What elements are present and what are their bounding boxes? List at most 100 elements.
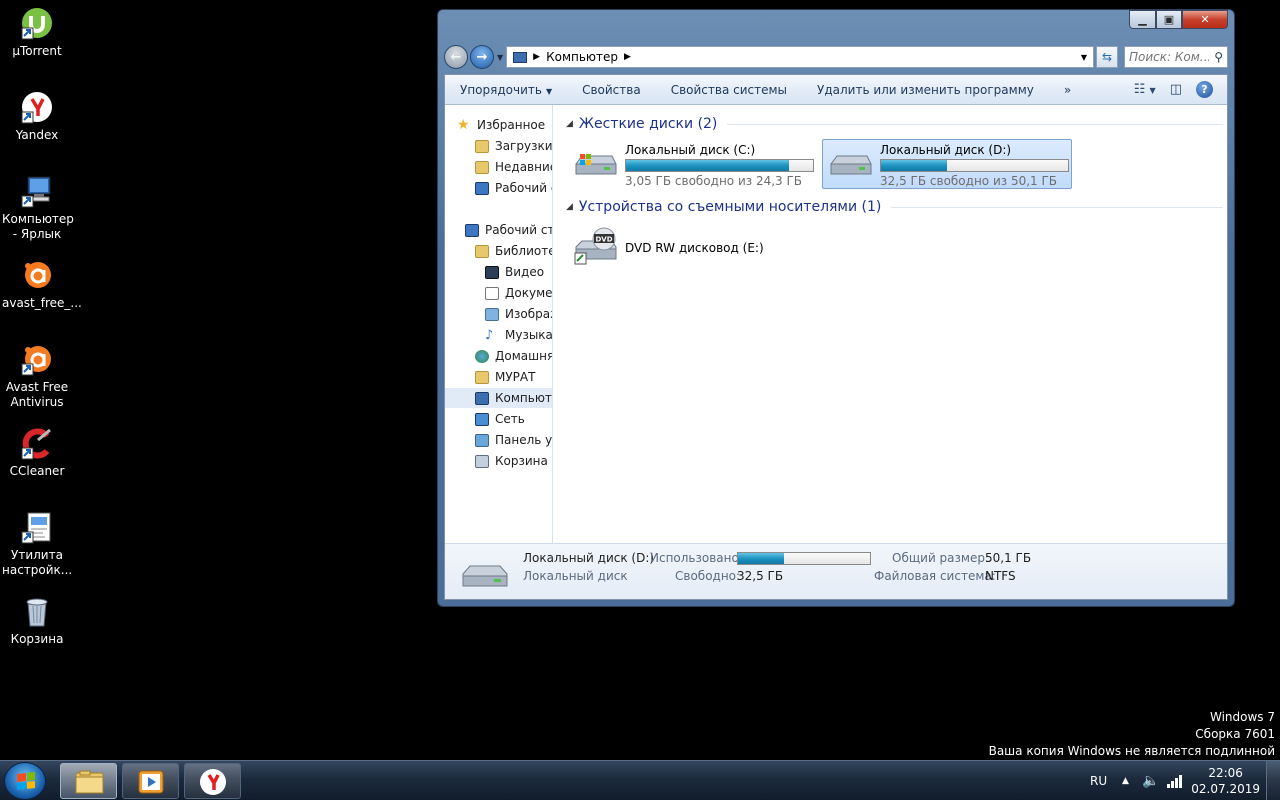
nav-item-recent-places[interactable]: Недавние xyxy=(475,157,552,177)
desktop-icon-utility[interactable]: Утилита настройк... xyxy=(2,510,72,578)
ccleaner-icon xyxy=(20,426,54,460)
taskbar-yandex-button[interactable] xyxy=(184,763,241,799)
watermark-line-2: Сборка 7601 xyxy=(1195,727,1275,741)
drive-item-d[interactable]: Локальный диск (D:) 32,5 ГБ свободно из … xyxy=(822,139,1072,189)
nav-item-favorites[interactable]: ★ Избранное xyxy=(457,115,545,135)
nav-item-libraries[interactable]: Библиоте xyxy=(475,241,552,261)
windows-logo-icon xyxy=(17,772,35,790)
desktop-icon-label: Корзина xyxy=(10,632,64,646)
avast-installer-icon xyxy=(20,258,54,292)
language-indicator[interactable]: RU xyxy=(1090,761,1107,800)
desktop-icon-computer-shortcut[interactable]: Компьютер - Ярлык xyxy=(2,174,74,242)
chevron-up-icon: ▲ xyxy=(1122,776,1129,786)
nav-item-downloads[interactable]: Загрузки xyxy=(475,136,552,156)
explorer-window[interactable]: ▁ ▣ ✕ ← → ▼ ▶ Компьютер ▶ ▼ ⇆ ⚲ Упорядоч… xyxy=(437,9,1235,607)
nav-item-homegroup[interactable]: Домашня xyxy=(475,346,552,366)
address-dropdown-icon[interactable]: ▼ xyxy=(1075,53,1093,62)
arrow-right-icon: → xyxy=(476,49,488,65)
clock-date: 02.07.2019 xyxy=(1191,782,1260,796)
video-icon xyxy=(485,265,499,279)
details-usage-fill xyxy=(738,553,785,564)
nav-item-desktop-root[interactable]: Рабочий сто xyxy=(465,220,552,240)
taskbar-media-player-button[interactable] xyxy=(122,763,179,799)
change-view-button[interactable]: ☷ ▼ xyxy=(1134,82,1156,97)
watermark-line-1: Windows 7 xyxy=(1209,710,1275,724)
address-bar[interactable]: ▶ Компьютер ▶ ▼ xyxy=(506,46,1094,68)
properties-button[interactable]: Свойства xyxy=(567,83,656,97)
nav-item-video[interactable]: Видео xyxy=(485,262,544,282)
show-desktop-button[interactable] xyxy=(1266,761,1280,800)
preview-pane-button[interactable]: ◫ xyxy=(1170,82,1182,97)
network-icon xyxy=(475,412,489,426)
utorrent-icon xyxy=(20,6,54,40)
desktop-icon-yandex[interactable]: Yandex xyxy=(2,90,72,143)
nav-item-computer[interactable]: Компьюте xyxy=(445,388,552,408)
search-icon[interactable]: ⚲ xyxy=(1214,50,1223,64)
drive-free-space: 3,05 ГБ свободно из 24,3 ГБ xyxy=(625,174,803,188)
desktop-icon-label: Avast Free Antivirus xyxy=(5,380,69,409)
explorer-body: Упорядочить ▼ Свойства Свойства системы У… xyxy=(444,74,1228,600)
breadcrumb-chevron-icon[interactable]: ▶ xyxy=(533,52,540,62)
taskbar-explorer-button[interactable] xyxy=(60,763,117,799)
computer-icon xyxy=(475,391,489,405)
nav-item-music[interactable]: ♪ Музыка xyxy=(485,325,552,345)
details-total-value: 50,1 ГБ xyxy=(985,551,1032,565)
chevron-down-icon: ▼ xyxy=(1149,86,1156,95)
hard-drive-icon xyxy=(462,565,508,587)
address-row: ← → ▼ ▶ Компьютер ▶ ▼ ⇆ ⚲ xyxy=(444,44,1228,70)
breadcrumb-computer[interactable]: Компьютер xyxy=(546,50,618,64)
hard-drive-icon xyxy=(830,155,872,175)
organize-button[interactable]: Упорядочить ▼ xyxy=(445,83,567,97)
nav-item-documents[interactable]: Докумен xyxy=(485,283,552,303)
nav-item-control-panel[interactable]: Панель уп xyxy=(475,430,552,450)
chevron-down-icon: ▼ xyxy=(545,86,553,96)
desktop-icon-recycle-bin[interactable]: Корзина xyxy=(2,594,72,647)
nav-item-recycle-bin[interactable]: Корзина xyxy=(475,451,548,471)
help-icon: ? xyxy=(1201,83,1208,96)
more-commands-button[interactable]: » xyxy=(1049,83,1086,97)
back-button[interactable]: ← xyxy=(444,45,468,69)
show-hidden-icons-button[interactable]: ▲ xyxy=(1122,761,1129,800)
drive-item-dvd[interactable]: DVD DVD RW дисковод (E:) xyxy=(567,222,817,272)
group-header-hard-disks[interactable]: ◢ Жесткие диски (2) xyxy=(566,114,1223,134)
search-input[interactable] xyxy=(1129,50,1209,64)
uninstall-program-button[interactable]: Удалить или изменить программу xyxy=(802,83,1049,97)
details-used-label: Использовано: xyxy=(650,551,743,565)
desktop-icon-avast[interactable]: Avast Free Antivirus xyxy=(2,342,72,410)
nav-item-desktop[interactable]: Рабочий с xyxy=(475,178,552,198)
maximize-button[interactable]: ▣ xyxy=(1156,10,1182,29)
desktop-icon-utorrent[interactable]: µTorrent xyxy=(2,6,72,59)
breadcrumb-chevron-icon[interactable]: ▶ xyxy=(624,52,631,62)
drive-item-c[interactable]: Локальный диск (C:) 3,05 ГБ свободно из … xyxy=(567,139,817,189)
command-bar: Упорядочить ▼ Свойства Свойства системы У… xyxy=(445,75,1227,105)
group-header-removable[interactable]: ◢ Устройства со съемными носителями (1) xyxy=(566,197,1223,217)
clock[interactable]: 22:06 02.07.2019 xyxy=(1191,765,1260,797)
preview-pane-icon: ◫ xyxy=(1169,82,1182,97)
system-properties-button[interactable]: Свойства системы xyxy=(656,83,802,97)
nav-item-user-folder[interactable]: МУРАТ xyxy=(475,367,535,387)
volume-icon[interactable]: 🔈 xyxy=(1142,761,1159,800)
yandex-icon xyxy=(20,90,54,124)
yandex-icon xyxy=(200,769,226,795)
recent-pages-dropdown[interactable]: ▼ xyxy=(497,53,503,62)
nav-item-pictures[interactable]: Изображ xyxy=(485,304,552,324)
desktop-icon-ccleaner[interactable]: CCleaner xyxy=(2,426,72,479)
collapse-icon: ◢ xyxy=(566,202,573,212)
desktop-icon xyxy=(475,181,489,195)
desktop-icon-label: CCleaner xyxy=(9,464,65,478)
maximize-icon: ▣ xyxy=(1163,13,1175,26)
nav-item-network[interactable]: Сеть xyxy=(475,409,525,429)
forward-button[interactable]: → xyxy=(470,45,494,69)
close-button[interactable]: ✕ xyxy=(1182,10,1228,29)
network-tray-icon[interactable] xyxy=(1166,761,1182,800)
help-button[interactable]: ? xyxy=(1196,81,1213,98)
minimize-button[interactable]: ▁ xyxy=(1129,10,1156,29)
recycle-bin-icon xyxy=(20,594,54,628)
details-total-label: Общий размер: xyxy=(892,551,990,565)
refresh-button[interactable]: ⇆ xyxy=(1096,46,1118,68)
start-button[interactable] xyxy=(4,762,46,800)
libraries-icon xyxy=(475,244,489,258)
desktop-icon-avast-installer[interactable]: avast_free_... xyxy=(2,258,82,311)
dvd-drive-icon: DVD xyxy=(574,227,617,265)
search-box[interactable]: ⚲ xyxy=(1124,46,1228,68)
